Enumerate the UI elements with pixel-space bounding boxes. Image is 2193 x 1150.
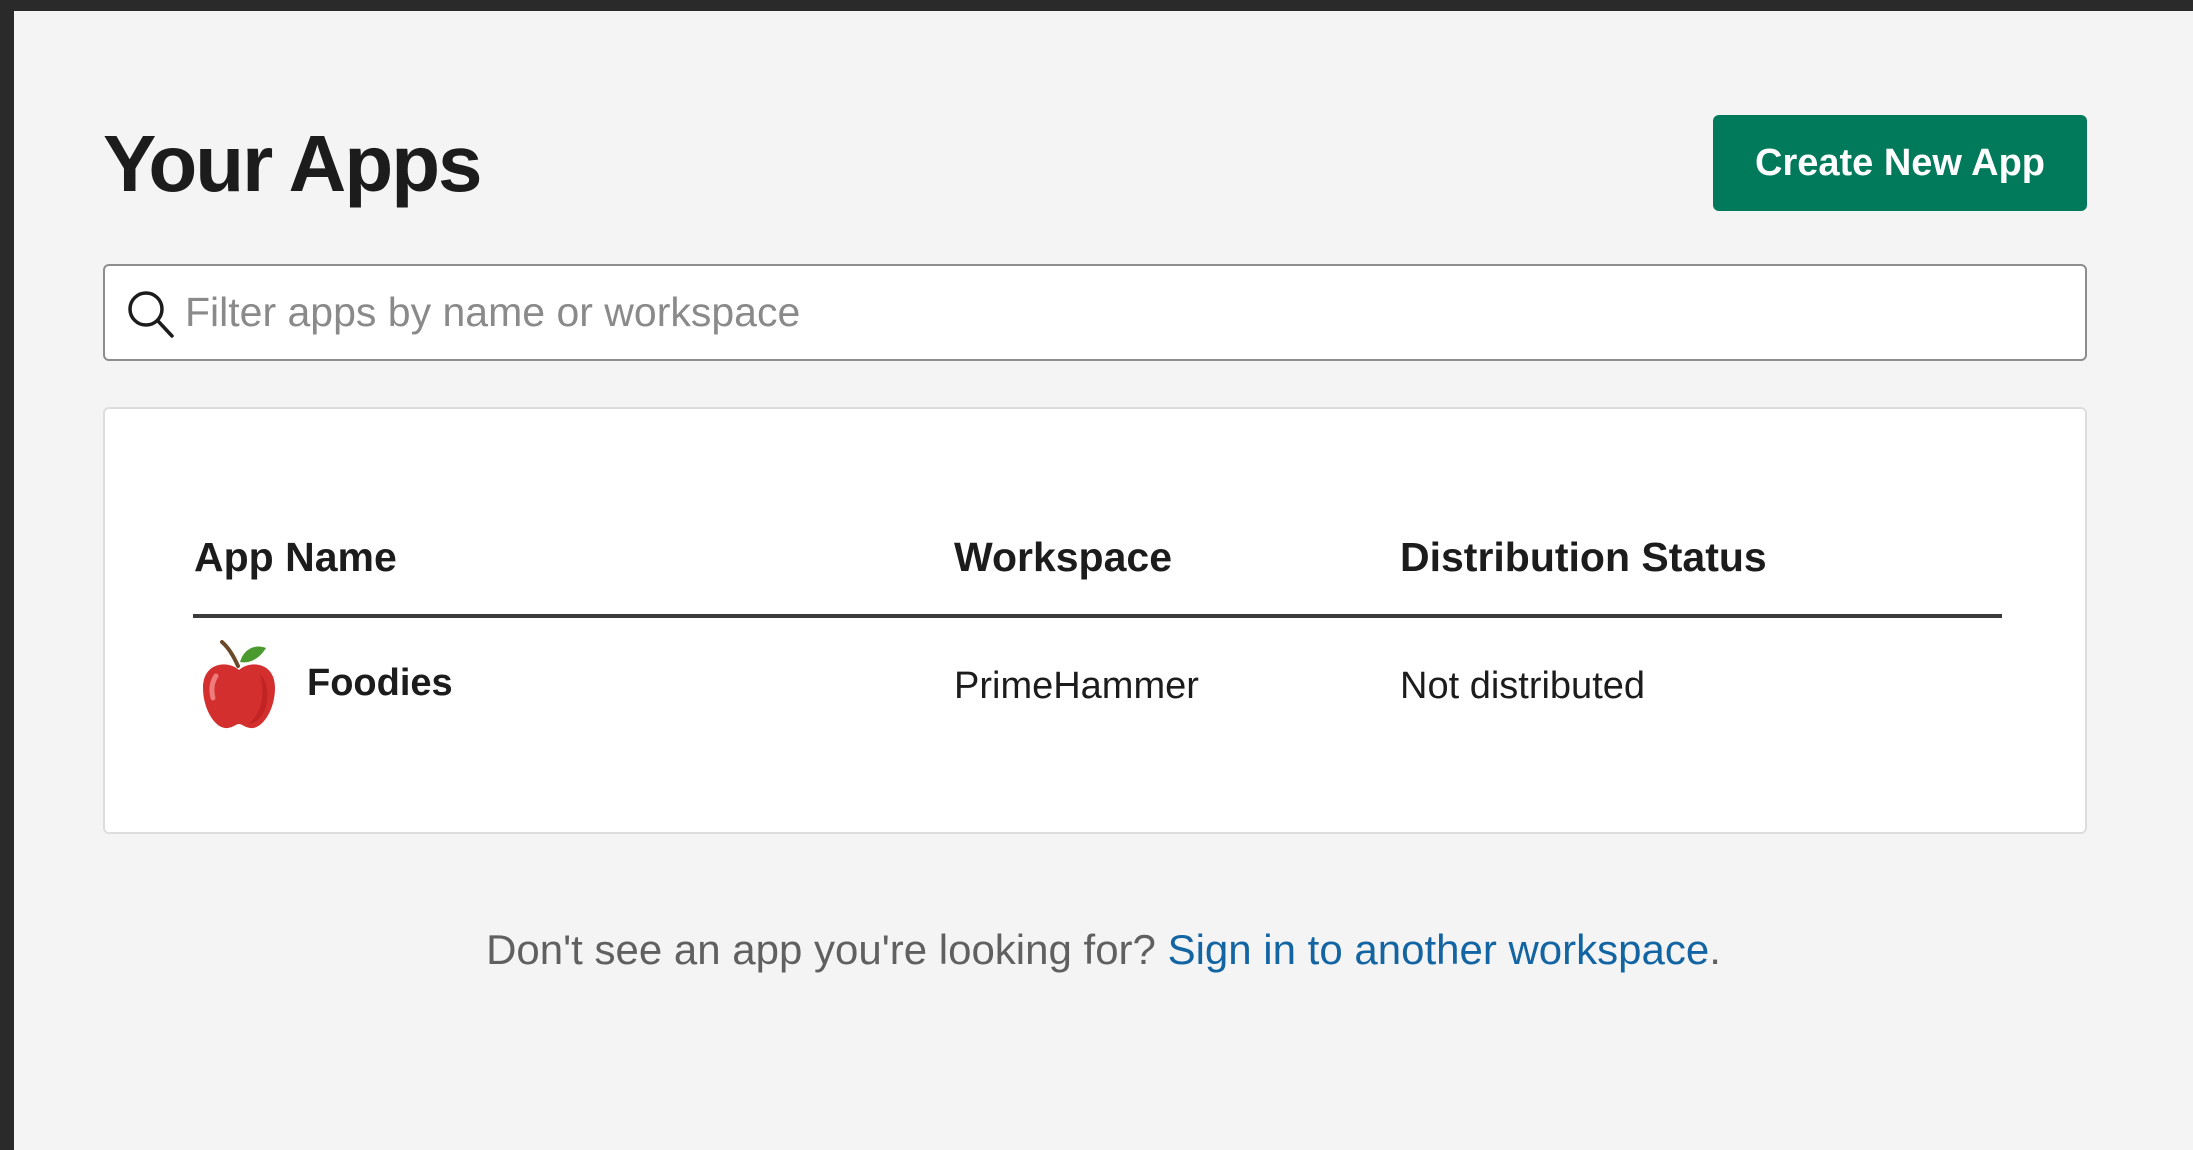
page: Your Apps Create New App App Name Worksp… (14, 11, 2193, 1150)
apps-table: App Name Workspace Distribution Status F… (103, 407, 2087, 834)
page-title: Your Apps (103, 119, 483, 208)
search-icon (128, 291, 174, 338)
sign-in-another-workspace-link[interactable]: Sign in to another workspace (1168, 926, 1710, 973)
search-input[interactable] (185, 266, 2065, 359)
distribution-status: Not distributed (1400, 665, 1646, 707)
search-box[interactable] (103, 264, 2087, 361)
footer-prompt: Don't see an app you're looking for? (486, 926, 1168, 973)
column-header-distribution-status: Distribution Status (1400, 534, 1767, 580)
column-header-app-name: App Name (194, 534, 397, 580)
footer-message: Don't see an app you're looking for? Sig… (14, 929, 2193, 971)
create-new-app-button[interactable]: Create New App (1713, 115, 2087, 211)
table-row[interactable]: Foodies PrimeHammer Not distributed (105, 618, 2085, 748)
column-header-workspace: Workspace (954, 534, 1173, 580)
app-name: Foodies (307, 662, 453, 704)
app-link-foodies[interactable]: Foodies (200, 640, 500, 732)
app-workspace: PrimeHammer (954, 665, 1199, 707)
apple-icon (203, 640, 275, 729)
footer-suffix: . (1709, 926, 1721, 973)
